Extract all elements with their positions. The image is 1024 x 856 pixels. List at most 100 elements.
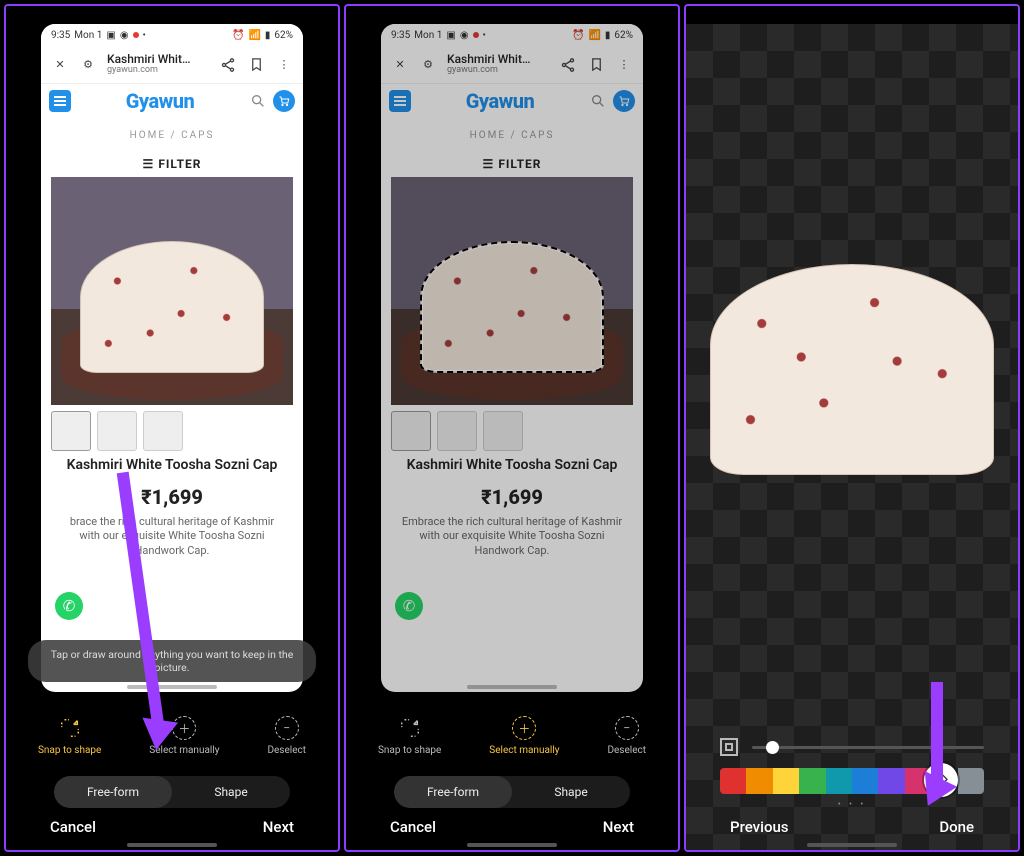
- rec-dot-icon: [133, 32, 139, 38]
- editor-nav: Cancel Next: [346, 818, 678, 836]
- shape-toggle: Free-form Shape: [394, 776, 630, 808]
- product-title[interactable]: Kashmiri White Toosha Sozni Cap: [41, 451, 303, 475]
- signal-icon: ▮: [605, 30, 611, 41]
- filter-icon: ☰: [483, 157, 495, 171]
- share-icon[interactable]: [219, 56, 237, 74]
- bookmark-icon[interactable]: [587, 56, 605, 74]
- filter-label: FILTER: [158, 157, 201, 171]
- color-swatch[interactable]: [826, 768, 852, 794]
- tool-deselect[interactable]: − Deselect: [267, 716, 306, 756]
- page-dots: • • •: [686, 800, 1018, 810]
- product-description: Embrace the rich cultural heritage of Ka…: [381, 509, 643, 566]
- thumbnail[interactable]: [51, 411, 91, 451]
- size-slider[interactable]: [752, 746, 984, 749]
- crumb-sep: /: [171, 130, 177, 141]
- more-notif-icon: •: [483, 30, 486, 41]
- battery-text: 62%: [274, 30, 293, 41]
- cart-button[interactable]: [273, 90, 295, 112]
- notif-icon: ▣: [446, 30, 455, 41]
- close-icon[interactable]: ✕: [51, 56, 69, 74]
- page-domain: gyawun.com: [447, 66, 549, 75]
- product-description: brace the rich cultural heritage of Kash…: [41, 509, 303, 566]
- color-swatch[interactable]: [852, 768, 878, 794]
- color-swatch[interactable]: [720, 768, 746, 794]
- cart-button[interactable]: [613, 90, 635, 112]
- bookmark-icon[interactable]: [247, 56, 265, 74]
- cancel-button[interactable]: Cancel: [390, 818, 436, 836]
- done-button[interactable]: Done: [939, 818, 974, 836]
- tool-row: Snap to shape ＋ Select manually − Desele…: [346, 716, 678, 756]
- thumbnail[interactable]: [97, 411, 137, 451]
- aspect-icon[interactable]: [720, 738, 738, 756]
- shape-shape[interactable]: Shape: [172, 776, 290, 808]
- editor-nav: Cancel Next: [6, 818, 338, 836]
- filter-label: FILTER: [498, 157, 541, 171]
- share-icon[interactable]: [559, 56, 577, 74]
- thumbnail[interactable]: [143, 411, 183, 451]
- browser-toolbar: ✕ ⚙ Kashmiri Whit… gyawun.com ⋮: [381, 46, 643, 84]
- thumbnail[interactable]: [483, 411, 523, 451]
- color-swatch[interactable]: [799, 768, 825, 794]
- crumb-home[interactable]: HOME: [470, 130, 506, 141]
- filter-button[interactable]: ☰ FILTER: [381, 157, 643, 171]
- menu-icon[interactable]: ⋮: [615, 56, 633, 74]
- search-icon[interactable]: [589, 92, 607, 110]
- hamburger-menu[interactable]: [49, 90, 71, 112]
- breadcrumb[interactable]: HOME / CAPS: [381, 130, 643, 141]
- status-day: Mon 1: [74, 30, 102, 41]
- color-swatch[interactable]: [746, 768, 772, 794]
- thumbnail[interactable]: [391, 411, 431, 451]
- editor-hint: Tap or draw around anything you want to …: [28, 640, 316, 682]
- shape-freeform[interactable]: Free-form: [394, 776, 512, 808]
- close-icon[interactable]: ✕: [391, 56, 409, 74]
- breadcrumb[interactable]: HOME / CAPS: [41, 130, 303, 141]
- previous-button[interactable]: Previous: [730, 818, 789, 836]
- gesture-bar-icon: [127, 685, 217, 689]
- tool-deselect[interactable]: − Deselect: [607, 716, 646, 756]
- site-header: Gyawun: [41, 84, 303, 118]
- tool-label: Deselect: [267, 745, 306, 756]
- browser-toolbar: ✕ ⚙ Kashmiri Whit… gyawun.com ⋮: [41, 46, 303, 84]
- site-info-icon[interactable]: ⚙: [419, 56, 437, 74]
- product-title[interactable]: Kashmiri White Toosha Sozni Cap: [381, 451, 643, 475]
- product-price: ₹1,699: [41, 485, 303, 509]
- brand-logo[interactable]: Gyawun: [77, 89, 243, 113]
- panel-step1: 9:35 Mon 1 ▣ ◉ • ⏰ 📶 ▮ 62% ✕ ⚙ Kashmiri …: [4, 4, 340, 852]
- plus-dashed-icon: ＋: [172, 716, 196, 740]
- tool-select-manually[interactable]: ＋ Select manually: [489, 716, 559, 756]
- more-notif-icon: •: [143, 30, 146, 41]
- menu-icon[interactable]: ⋮: [275, 56, 293, 74]
- crumb-home[interactable]: HOME: [130, 130, 166, 141]
- next-button[interactable]: Next: [603, 818, 634, 836]
- alarm-icon: ⏰: [232, 30, 244, 41]
- filter-button[interactable]: ☰ FILTER: [41, 157, 303, 171]
- isolated-subject[interactable]: [704, 254, 1000, 494]
- cancel-button[interactable]: Cancel: [50, 818, 96, 836]
- shape-freeform[interactable]: Free-form: [54, 776, 172, 808]
- brand-logo[interactable]: Gyawun: [417, 89, 583, 113]
- wifi-icon: 📶: [248, 30, 260, 41]
- color-swatch[interactable]: [958, 768, 984, 794]
- tool-snap-to-shape[interactable]: Snap to shape: [38, 716, 101, 756]
- eyedropper-button[interactable]: [924, 763, 958, 797]
- hamburger-menu[interactable]: [389, 90, 411, 112]
- product-image[interactable]: [391, 177, 633, 405]
- product-image[interactable]: [51, 177, 293, 405]
- plus-dashed-icon: ＋: [512, 716, 536, 740]
- crumb-caps[interactable]: CAPS: [181, 130, 214, 141]
- tool-label: Select manually: [489, 745, 559, 756]
- slider-thumb[interactable]: [766, 741, 779, 754]
- site-info-icon[interactable]: ⚙: [79, 56, 97, 74]
- tool-select-manually[interactable]: ＋ Select manually: [149, 716, 219, 756]
- whatsapp-icon[interactable]: ✆: [55, 592, 83, 620]
- site-header: Gyawun: [381, 84, 643, 118]
- color-swatch[interactable]: [878, 768, 904, 794]
- crumb-caps[interactable]: CAPS: [521, 130, 554, 141]
- shape-shape[interactable]: Shape: [512, 776, 630, 808]
- whatsapp-icon[interactable]: ✆: [395, 592, 423, 620]
- next-button[interactable]: Next: [263, 818, 294, 836]
- search-icon[interactable]: [249, 92, 267, 110]
- color-swatch[interactable]: [773, 768, 799, 794]
- thumbnail[interactable]: [437, 411, 477, 451]
- tool-snap-to-shape[interactable]: Snap to shape: [378, 716, 441, 756]
